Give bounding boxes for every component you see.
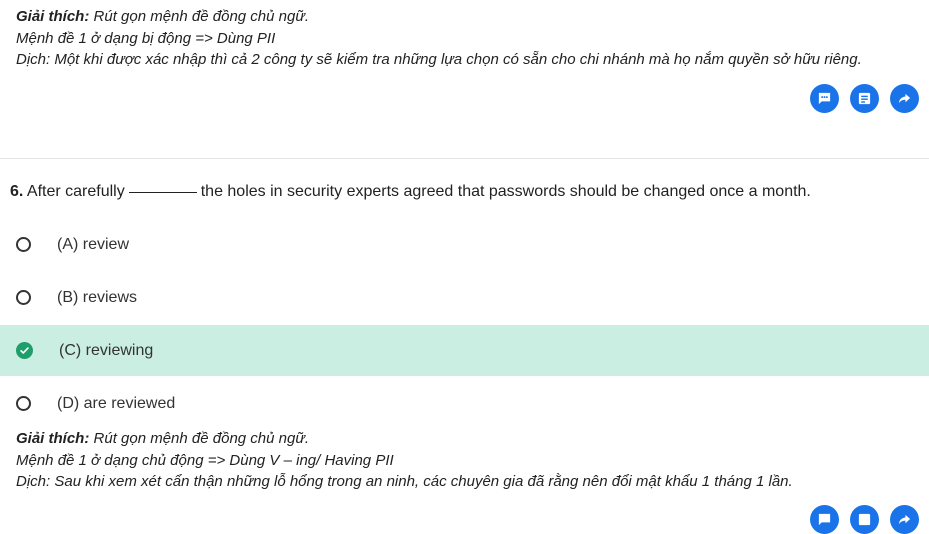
note-button[interactable] [850,505,879,534]
explanation-text: Rút gọn mệnh đề đồng chủ ngữ. [93,430,310,447]
explanation-translation: Dịch: Sau khi xem xét cẩn thận những lỗ … [16,473,793,490]
note-icon [858,92,871,105]
note-button[interactable] [850,84,879,113]
option-b[interactable]: (B) reviews [0,272,929,323]
share-icon [898,93,911,104]
share-button[interactable] [890,505,919,534]
radio-unchecked-icon[interactable] [16,396,31,411]
question-text-after: the holes in security experts agreed tha… [200,183,811,200]
explanation-label: Giải thích: [16,8,90,25]
action-buttons [810,84,919,113]
option-a[interactable]: (A) review [0,219,929,270]
explanation-line-1: Giải thích: Rút gọn mệnh đề đồng chủ ngữ… [16,428,793,450]
option-d[interactable]: (D) are reviewed [0,378,929,429]
checkmark-icon [20,347,29,354]
question-text-before: After carefully [26,183,125,200]
note-icon [858,513,871,526]
explanation-previous: Giải thích: Rút gọn mệnh đề đồng chủ ngữ… [16,6,862,71]
comment-icon [818,92,831,105]
share-button[interactable] [890,84,919,113]
option-label: (B) reviews [57,288,138,306]
explanation-text: Rút gọn mệnh đề đồng chủ ngữ. [93,8,310,25]
comment-button[interactable] [810,84,839,113]
option-label: (C) reviewing [59,341,154,359]
option-label: (D) are reviewed [57,394,176,412]
section-divider [0,158,929,159]
explanation-line-2: Mệnh đề 1 ở dạng bị động => Dùng PII [16,29,276,47]
option-c[interactable]: (C) reviewing [0,325,929,376]
explanation: Giải thích: Rút gọn mệnh đề đồng chủ ngữ… [16,428,793,493]
comment-icon [818,513,831,526]
explanation-line-2: Mệnh đề 1 ở dạng chủ động => Dùng V – in… [16,451,394,469]
question-text: 6. After carefully the holes in security … [10,183,811,201]
share-icon [898,514,911,525]
check-circle-icon[interactable] [16,342,33,359]
explanation-translation: Dịch: Một khi được xác nhập thì cả 2 côn… [16,51,862,68]
radio-unchecked-icon[interactable] [16,237,31,252]
explanation-line-1: Giải thích: Rút gọn mệnh đề đồng chủ ngữ… [16,6,862,28]
explanation-label: Giải thích: [16,430,90,447]
action-buttons [810,505,919,534]
radio-unchecked-icon[interactable] [16,290,31,305]
comment-button[interactable] [810,505,839,534]
question-number: 6. [10,183,24,200]
question-blank [128,192,197,193]
option-label: (A) review [57,235,130,253]
